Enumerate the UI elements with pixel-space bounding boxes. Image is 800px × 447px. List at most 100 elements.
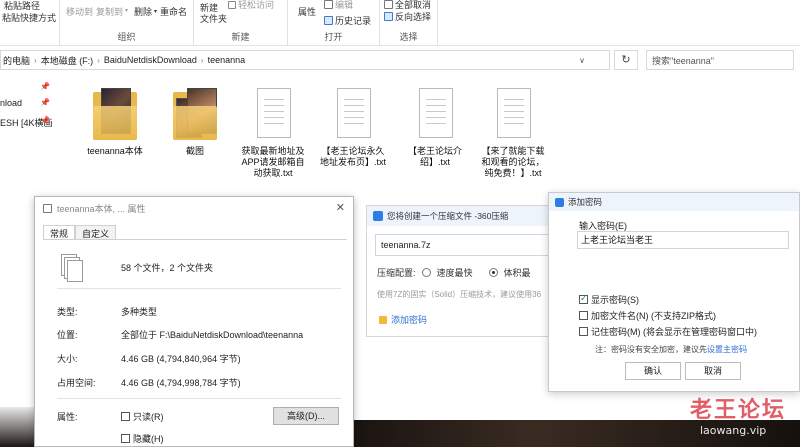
file-count: 58 个文件，2 个文件夹: [121, 263, 214, 273]
password-note: 注：密码没有安全加密，建议先设置主密码: [595, 345, 747, 354]
radio-smallest-label: 体积最: [503, 268, 531, 278]
text-file-icon: [254, 88, 292, 140]
encrypt-filenames-checkbox[interactable]: 加密文件名(N) (不支持ZIP格式): [579, 309, 716, 322]
move-to-button[interactable]: 移动到: [66, 5, 93, 18]
file-name: 【来了就能下载和观看的论坛，纯免费！】.txt: [481, 146, 545, 178]
properties-button[interactable]: 属性: [298, 5, 316, 18]
breadcrumb-folder[interactable]: BaiduNetdiskDownload: [104, 55, 197, 65]
easy-access-icon: [228, 0, 236, 9]
lock-icon: [379, 315, 387, 324]
prop-label-attributes: 属性:: [57, 412, 78, 422]
properties-title: teenanna本体, ... 属性: [57, 203, 146, 214]
search-input[interactable]: 搜索"teenanna": [646, 50, 794, 70]
history-button[interactable]: 历史记录: [324, 14, 371, 27]
close-icon[interactable]: ✕: [336, 201, 345, 214]
password-dialog: 添加密码 输入密码(E) 上老王论坛当老王 显示密码(S) 加密文件名(N) (…: [548, 192, 800, 392]
refresh-icon: ↻: [621, 54, 631, 66]
ribbon-group-open: 属性 编辑 历史记录 打开: [288, 0, 380, 46]
easy-access-button[interactable]: 轻松访问: [228, 0, 274, 11]
prop-value-disk-size: 4.46 GB (4,794,998,784 字节): [121, 378, 241, 388]
paste-shortcut-button[interactable]: 粘贴快捷方式: [2, 11, 56, 24]
prop-label-size: 大小:: [57, 354, 78, 364]
multiple-files-icon: [61, 254, 85, 284]
prop-label-disk-size: 占用空间:: [57, 378, 96, 388]
compress-dialog-header[interactable]: 您将创建一个压缩文件 -360压缩: [367, 206, 549, 226]
delete-button[interactable]: 删除 ▾: [134, 5, 157, 18]
ribbon-group-clipboard: 粘贴路径 粘贴快捷方式: [0, 0, 60, 46]
file-item-txt[interactable]: 获取最新地址及APP请发邮箱自动获取.txt: [238, 88, 308, 179]
address-bar[interactable]: 的电脑 › 本地磁盘 (F:) › BaiduNetdiskDownload ›…: [0, 50, 610, 70]
properties-tabs: 常规 自定义: [43, 225, 117, 240]
tab-custom[interactable]: 自定义: [75, 225, 117, 240]
prop-label-type: 类型:: [57, 307, 78, 317]
divider: [57, 398, 341, 399]
navigation-pane: nload 📌 📌 ESH [4K横画 📌: [0, 76, 53, 206]
file-name: teenanna本体: [87, 146, 143, 156]
address-dropdown-icon[interactable]: ∨: [579, 56, 585, 65]
ribbon-group-organize: 移动到 复制到 ▾ 删除 ▾ 重命名 组织: [60, 0, 194, 46]
rename-button[interactable]: 重命名: [160, 5, 187, 18]
breadcrumb-drive[interactable]: 本地磁盘 (F:): [41, 54, 94, 67]
ribbon: 粘贴路径 粘贴快捷方式 移动到 复制到 ▾ 删除 ▾ 重命名 组织 新建 文件夹 轻…: [0, 0, 800, 46]
file-name: 【老王论坛介绍】.txt: [407, 146, 462, 167]
file-name: 截图: [185, 146, 204, 156]
breadcrumb-current[interactable]: teenanna: [208, 55, 246, 65]
breadcrumb-pc[interactable]: 的电脑: [3, 54, 30, 67]
prop-value-size: 4.46 GB (4,794,840,964 字节): [121, 354, 241, 364]
file-item-folder-screenshots[interactable]: 截图: [160, 88, 230, 157]
breadcrumb-chevron-icon: ›: [200, 55, 204, 65]
advanced-button[interactable]: 高级(D)...: [273, 407, 339, 425]
background-image-strip: [0, 407, 34, 447]
file-item-txt[interactable]: 【老王论坛介绍】.txt: [400, 88, 470, 168]
set-master-password-link[interactable]: 设置主密码: [707, 345, 747, 354]
file-item-folder-teenanna[interactable]: teenanna本体: [80, 88, 150, 157]
file-name: 获取最新地址及APP请发邮箱自动获取.txt: [241, 146, 305, 178]
radio-smallest[interactable]: [488, 268, 498, 277]
show-password-checkbox[interactable]: 显示密码(S): [579, 293, 639, 306]
invert-selection-icon: [384, 12, 393, 21]
checkbox-icon: [121, 434, 130, 443]
select-none-icon: [384, 0, 393, 9]
ok-button[interactable]: 确认: [625, 362, 681, 380]
checkbox-icon: [579, 311, 588, 320]
file-item-txt[interactable]: 【老王论坛永久地址发布页】.txt: [318, 88, 388, 168]
watermark-url: laowang.vip: [700, 424, 767, 437]
cancel-button[interactable]: 取消: [685, 362, 741, 380]
pin-icon: 📌: [40, 82, 50, 91]
group-label-select: 选择: [399, 32, 418, 42]
properties-titlebar[interactable]: teenanna本体, ... 属性: [35, 197, 353, 219]
tab-general[interactable]: 常规: [43, 225, 76, 240]
search-placeholder: 搜索"teenanna": [652, 55, 714, 66]
remember-password-checkbox[interactable]: 记住密码(M) (将会显示在管理密码窗口中): [579, 325, 757, 338]
checkbox-icon: [579, 327, 588, 336]
app-logo-icon: [555, 197, 564, 207]
add-password-link[interactable]: 添加密码: [379, 313, 427, 326]
file-icon: [43, 203, 52, 213]
nav-item-download[interactable]: nload: [0, 98, 22, 108]
refresh-button[interactable]: ↻: [614, 50, 638, 70]
compress-config-row: 压缩配置: 速度最快 体积最: [377, 268, 531, 278]
password-input[interactable]: 上老王论坛当老王: [577, 231, 789, 249]
folder-icon: [173, 88, 217, 140]
radio-fastest[interactable]: [421, 268, 431, 277]
hidden-checkbox[interactable]: 隐藏(H): [121, 432, 164, 445]
invert-selection-button[interactable]: 反向选择: [384, 10, 431, 23]
text-file-icon: [416, 88, 454, 140]
text-file-icon: [494, 88, 532, 140]
readonly-checkbox[interactable]: 只读(R): [121, 410, 164, 423]
archive-name-input[interactable]: teenanna.7z: [375, 234, 551, 256]
group-label-new: 新建: [231, 32, 250, 42]
divider: [57, 288, 341, 289]
checkbox-checked-icon: [579, 293, 588, 304]
ribbon-group-new: 新建 文件夹 轻松访问 新建: [194, 0, 288, 46]
new-folder-button[interactable]: 新建 文件夹: [200, 3, 227, 25]
chevron-down-icon: ▾: [125, 8, 129, 14]
pin-icon: 📌: [40, 116, 50, 125]
properties-dialog: teenanna本体, ... 属性 ✕ 常规 自定义 58 个文件，2 个文件…: [34, 196, 354, 447]
compress-dialog: 您将创建一个压缩文件 -360压缩 teenanna.7z 压缩配置: 速度最快…: [366, 205, 551, 337]
breadcrumb-chevron-icon: ›: [97, 55, 100, 65]
edit-button[interactable]: 编辑: [324, 0, 353, 11]
copy-to-button[interactable]: 复制到 ▾: [96, 5, 134, 18]
password-dialog-header[interactable]: 添加密码: [549, 193, 799, 211]
file-item-txt[interactable]: 【来了就能下载和观看的论坛，纯免费！】.txt: [478, 88, 548, 179]
